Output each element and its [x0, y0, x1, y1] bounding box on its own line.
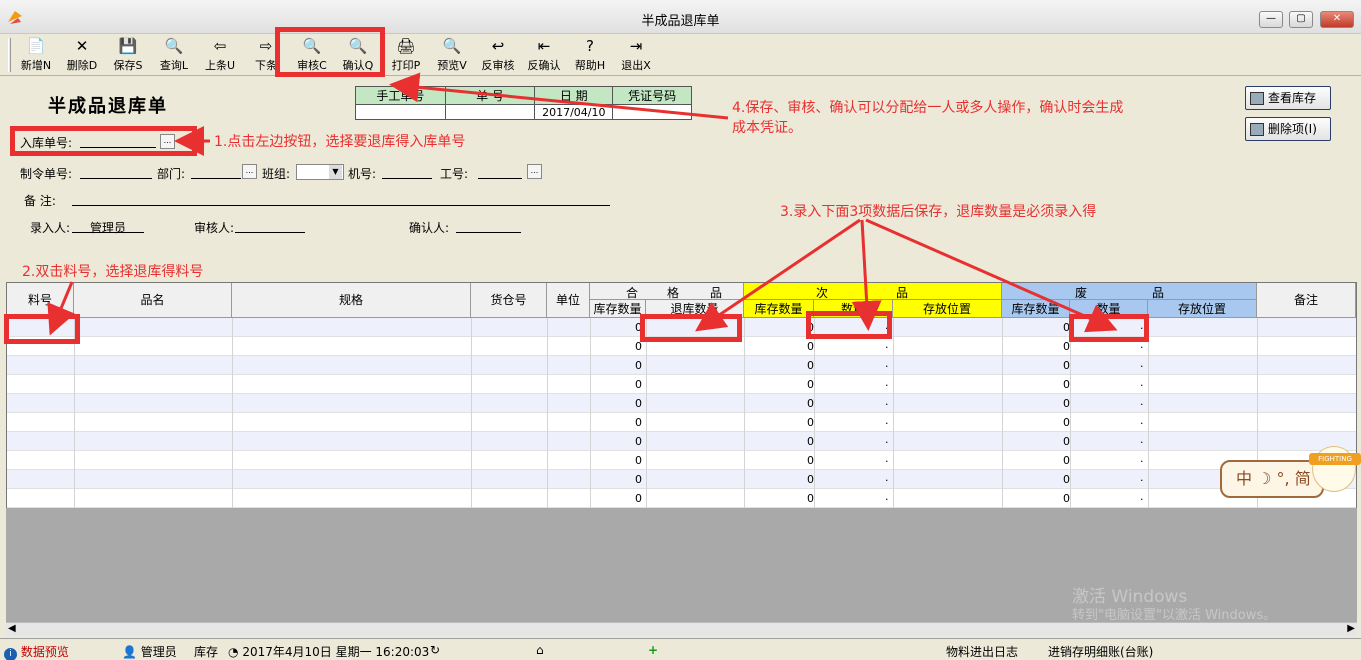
annotation-step-2: 2.双击料号，选择退库得料号: [22, 264, 204, 280]
annotation-step-1: 1.点击左边按钮，选择要退库得入库单号: [214, 134, 466, 150]
annotation-arrows: [47, 72, 1118, 336]
annotation-step-4-line1: 4.保存、审核、确认可以分配给一人或多人操作，确认时会生成: [732, 100, 1124, 116]
annotation-step-3: 3.录入下面3项数据后保存，退库数量是必须录入得: [780, 204, 1097, 220]
annotation-step-4-line2: 成本凭证。: [732, 120, 802, 136]
